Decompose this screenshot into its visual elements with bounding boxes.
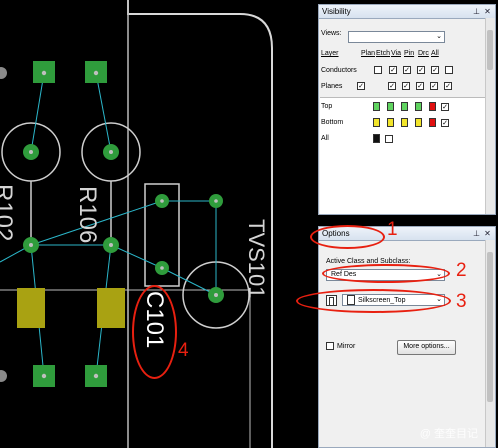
layer-name: Top: [321, 103, 333, 110]
planes-pin-checkbox[interactable]: ✓: [416, 82, 424, 90]
chevron-down-icon: ⌄: [436, 33, 442, 40]
layer-row-top[interactable]: Top ✓: [321, 102, 449, 111]
color-swatch[interactable]: [401, 118, 408, 127]
refdes-r106: R106: [74, 186, 101, 243]
round-pads: [23, 64, 224, 385]
annotation-ellipse-1: [310, 225, 385, 249]
close-icon[interactable]: ✕: [483, 229, 492, 238]
scroll-thumb[interactable]: [487, 30, 493, 70]
annotation-ellipse-4: [132, 285, 177, 379]
layer-all-checkbox[interactable]: [385, 134, 393, 143]
header-all: All: [431, 50, 439, 57]
annotation-number-4: 4: [178, 340, 189, 361]
planes-all-checkbox[interactable]: ✓: [444, 82, 452, 90]
header-via: Via: [391, 50, 401, 57]
color-swatch[interactable]: [415, 118, 422, 127]
annotation-ellipse-3: [296, 289, 451, 313]
color-swatch[interactable]: [429, 102, 436, 111]
close-icon[interactable]: ✕: [483, 7, 492, 16]
ratsnest: [0, 72, 217, 377]
refdes-r102: R102: [0, 184, 17, 241]
conductors-plan-checkbox[interactable]: [374, 66, 382, 74]
pcb-drawing: R102 R106 C101 TVS101: [0, 0, 273, 448]
planes-row: Planes ✓ ✓ ✓ ✓ ✓ ✓: [321, 82, 452, 90]
header-plan: Plan: [361, 50, 376, 57]
header-etch: Etch: [376, 50, 391, 57]
more-options-button[interactable]: More options...: [397, 340, 456, 355]
mirror-checkbox[interactable]: [326, 342, 334, 350]
conductors-drc-checkbox[interactable]: ✓: [431, 66, 439, 74]
views-label: Views:: [321, 30, 342, 37]
visibility-panel: Visibility ⊥ ✕ Views: ⌄ Layer Plan Etch …: [318, 4, 496, 215]
layer-top-checkbox[interactable]: ✓: [441, 102, 449, 111]
annotation-ellipse-2: [322, 264, 450, 283]
color-swatch[interactable]: [401, 102, 408, 111]
scroll-thumb[interactable]: [487, 252, 493, 402]
mirror-label: Mirror: [337, 342, 356, 350]
pad-holes: [29, 70, 218, 379]
color-swatch[interactable]: [415, 102, 422, 111]
views-row: Views:: [321, 30, 346, 37]
color-swatch[interactable]: [429, 118, 436, 127]
header-pin: Pin: [404, 50, 415, 57]
layer-row-all[interactable]: All: [321, 134, 393, 143]
pcb-canvas[interactable]: R102 R106 C101 TVS101: [0, 0, 318, 448]
conductors-all-checkbox[interactable]: [445, 66, 453, 74]
visibility-title: Visibility: [322, 7, 351, 16]
layer-name: All: [321, 135, 329, 142]
annotation-number-2: 2: [456, 260, 467, 281]
options-scrollbar[interactable]: [485, 240, 495, 447]
planes-etch-checkbox[interactable]: ✓: [388, 82, 396, 90]
layer-list: Top ✓ Bottom ✓ All: [320, 97, 486, 214]
refdes-tvs101: TVS101: [244, 219, 269, 299]
planes-label: Planes: [321, 82, 343, 90]
planes-via-checkbox[interactable]: ✓: [402, 82, 410, 90]
layer-row-bottom[interactable]: Bottom ✓: [321, 118, 449, 127]
annotation-number-3: 3: [456, 291, 467, 312]
views-select[interactable]: ⌄: [348, 31, 445, 43]
conductors-etch-checkbox[interactable]: ✓: [389, 66, 397, 74]
pin-icon[interactable]: ⊥: [472, 7, 481, 16]
mirror-row: Mirror: [326, 342, 355, 350]
visibility-title-bar: Visibility ⊥ ✕: [319, 5, 495, 19]
planes-drc-checkbox[interactable]: ✓: [430, 82, 438, 90]
conductors-via-checkbox[interactable]: ✓: [403, 66, 411, 74]
conductors-label: Conductors: [321, 66, 357, 74]
pad-yellow-left: [17, 288, 45, 328]
layer-bottom-checkbox[interactable]: ✓: [441, 118, 449, 127]
header-layer: Layer: [321, 50, 339, 57]
color-swatch[interactable]: [373, 118, 380, 127]
annotation-number-1: 1: [387, 219, 398, 240]
color-swatch[interactable]: [373, 134, 380, 143]
pad-yellow-right: [97, 288, 125, 328]
color-swatch[interactable]: [387, 118, 394, 127]
pin-icon[interactable]: ⊥: [472, 229, 481, 238]
layer-header: Layer Plan Etch Via Pin Drc All: [321, 50, 443, 57]
color-swatch[interactable]: [373, 102, 380, 111]
conductors-row: Conductors ✓ ✓ ✓ ✓: [321, 66, 453, 74]
options-panel: Options ⊥ ✕ Active Class and Subclass: R…: [318, 226, 496, 448]
planes-checkbox[interactable]: ✓: [357, 82, 365, 90]
color-swatch[interactable]: [387, 102, 394, 111]
conductors-pin-checkbox[interactable]: ✓: [417, 66, 425, 74]
layer-name: Bottom: [321, 119, 344, 126]
watermark: @ 奎奎目记: [419, 428, 478, 440]
visibility-scrollbar[interactable]: [485, 18, 495, 214]
header-drc: Drc: [418, 50, 429, 57]
